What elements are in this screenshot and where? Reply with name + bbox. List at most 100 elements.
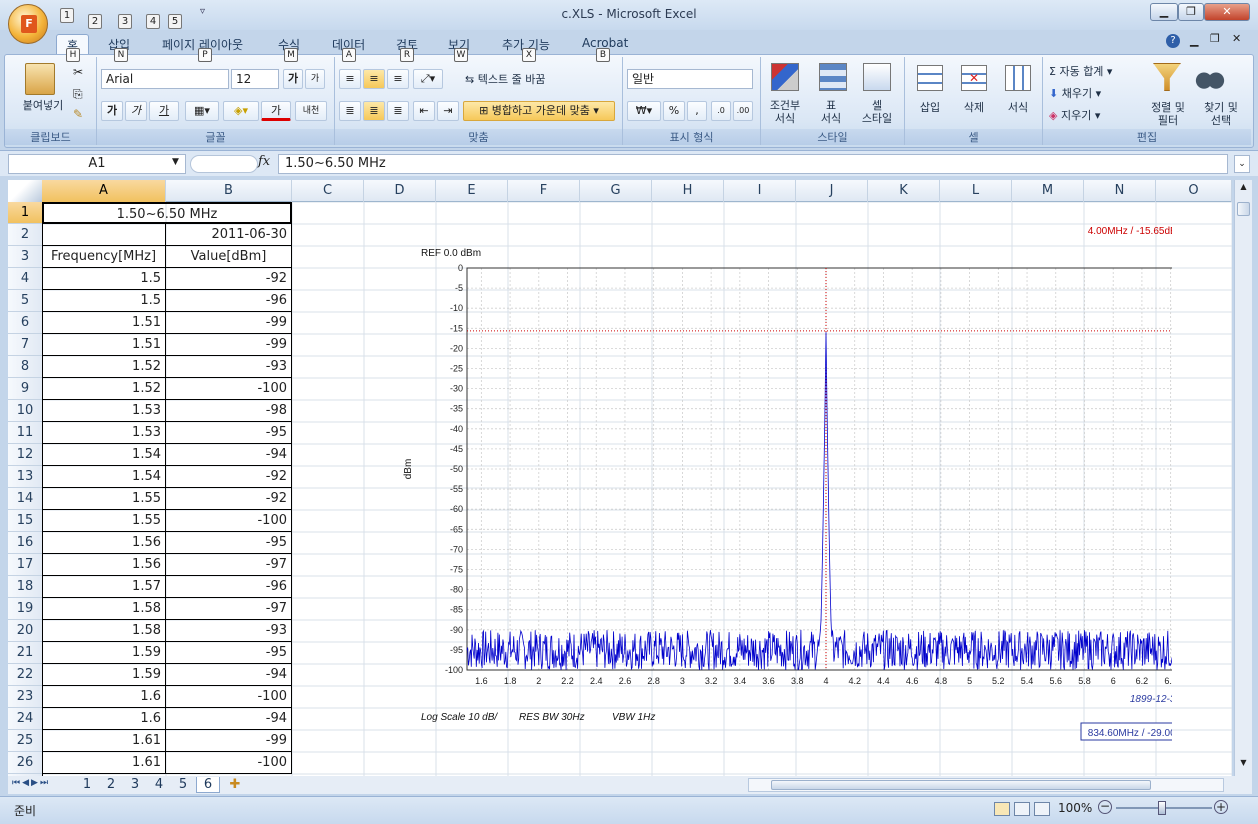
qat-key-1[interactable]: 1	[60, 8, 74, 23]
cell-frequency[interactable]: 1.51	[42, 334, 166, 356]
qat-customize-icon[interactable]: ▿	[200, 6, 205, 17]
fill-button[interactable]: ⬇ 채우기 ▾	[1049, 87, 1149, 100]
formula-input[interactable]: 1.50~6.50 MHz	[278, 154, 1228, 174]
header-value[interactable]: Value[dBm]	[166, 246, 292, 268]
decrease-indent-button[interactable]: ⇤	[413, 101, 435, 121]
paste-button[interactable]: 붙여넣기	[13, 99, 73, 112]
insert-cells-icon[interactable]	[917, 65, 943, 91]
cell-value[interactable]: -92	[166, 268, 292, 290]
binoculars-icon[interactable]	[1195, 65, 1225, 91]
phonetic-button[interactable]: 내천	[295, 101, 327, 121]
cell-frequency[interactable]: 1.55	[42, 510, 166, 532]
cell-value[interactable]: -99	[166, 334, 292, 356]
sheet-nav-icons[interactable]: ⏮◀▶⏭	[12, 778, 50, 788]
cell-value[interactable]: -92	[166, 488, 292, 510]
ribbon-restore-icon[interactable]: ❐	[1210, 32, 1220, 45]
cell-frequency[interactable]: 1.61	[42, 730, 166, 752]
font-name-select[interactable]: Arial	[101, 69, 229, 89]
sort-filter-icon[interactable]	[1153, 63, 1181, 91]
delete-button[interactable]: 삭제	[951, 101, 997, 114]
cell-value[interactable]: -95	[166, 532, 292, 554]
conditional-format-icon[interactable]	[771, 63, 799, 91]
header-frequency[interactable]: Frequency[MHz]	[42, 246, 166, 268]
row-header[interactable]: 2	[8, 224, 42, 246]
row-header[interactable]: 1	[8, 202, 42, 224]
sheet-tab-2[interactable]: 2	[100, 777, 122, 793]
decrease-decimal-button[interactable]: .00	[733, 101, 753, 121]
align-right-button[interactable]: ≣	[387, 101, 409, 121]
cell-frequency[interactable]: 1.56	[42, 554, 166, 576]
cell-value[interactable]: -98	[166, 400, 292, 422]
cell-value[interactable]: -100	[166, 752, 292, 774]
cell-value[interactable]: -95	[166, 642, 292, 664]
shrink-font-button[interactable]: 가	[305, 69, 325, 89]
row-header[interactable]: 22	[8, 664, 42, 686]
increase-decimal-button[interactable]: .0	[711, 101, 731, 121]
name-box[interactable]: A1	[8, 154, 186, 174]
col-header-n[interactable]: N	[1084, 180, 1156, 202]
insert-function-icon[interactable]: fx	[258, 154, 270, 169]
sheet-tab-6[interactable]: 6	[196, 777, 220, 793]
cell-value[interactable]: -99	[166, 312, 292, 334]
fill-color-button[interactable]: ◈▾	[223, 101, 259, 121]
cell-value[interactable]: -96	[166, 576, 292, 598]
row-header[interactable]: 5	[8, 290, 42, 312]
vertical-scrollbar[interactable]: ▲ ▼	[1234, 180, 1252, 776]
col-header-j[interactable]: J	[796, 180, 868, 202]
align-left-button[interactable]: ≣	[339, 101, 361, 121]
format-as-table-button[interactable]: 표 서식	[809, 99, 853, 125]
insert-sheet-icon[interactable]: ✚	[224, 777, 246, 793]
page-break-view-icon[interactable]	[1034, 802, 1050, 816]
cell-value[interactable]: -100	[166, 686, 292, 708]
cell-frequency[interactable]: 1.5	[42, 268, 166, 290]
cell-frequency[interactable]: 1.51	[42, 312, 166, 334]
copy-icon[interactable]: ⎘	[73, 87, 83, 102]
cell-frequency[interactable]: 1.52	[42, 378, 166, 400]
row-header[interactable]: 14	[8, 488, 42, 510]
cell-frequency[interactable]: 1.54	[42, 444, 166, 466]
col-header-g[interactable]: G	[580, 180, 652, 202]
qat-key-5[interactable]: 5	[168, 14, 182, 29]
cell-frequency[interactable]: 1.53	[42, 422, 166, 444]
align-top-button[interactable]: ≡	[339, 69, 361, 89]
grow-font-button[interactable]: 가	[283, 69, 303, 89]
cell-styles-button[interactable]: 셀 스타일	[853, 99, 901, 125]
number-format-select[interactable]: 일반	[627, 69, 753, 89]
minimize-button[interactable]: ▁	[1150, 3, 1178, 21]
cell-frequency[interactable]: 1.53	[42, 400, 166, 422]
align-center-button[interactable]: ≣	[363, 101, 385, 121]
zoom-slider-thumb[interactable]	[1158, 801, 1166, 815]
insert-button[interactable]: 삽입	[907, 101, 953, 114]
row-header[interactable]: 16	[8, 532, 42, 554]
merge-center-button[interactable]: ⊞ 병합하고 가운데 맞춤 ▾	[463, 101, 615, 121]
italic-button[interactable]: 가	[125, 101, 147, 121]
conditional-format-button[interactable]: 조건부 서식	[763, 99, 807, 125]
cell-frequency[interactable]: 1.52	[42, 356, 166, 378]
zoom-out-icon[interactable]: −	[1098, 800, 1112, 814]
cell-styles-icon[interactable]	[863, 63, 891, 91]
col-header-h[interactable]: H	[652, 180, 724, 202]
zoom-level[interactable]: 100%	[1058, 801, 1092, 815]
format-cells-icon[interactable]	[1005, 65, 1031, 91]
sheet-tab-3[interactable]: 3	[124, 777, 146, 793]
clear-button[interactable]: ◈ 지우기 ▾	[1049, 109, 1149, 122]
cell-frequency[interactable]: 1.57	[42, 576, 166, 598]
row-header[interactable]: 12	[8, 444, 42, 466]
scroll-down-icon[interactable]: ▼	[1237, 758, 1250, 772]
currency-button[interactable]: ₩▾	[627, 101, 661, 121]
cell-b2-date[interactable]: 2011-06-30	[166, 224, 292, 246]
cell-value[interactable]: -100	[166, 510, 292, 532]
cell-frequency[interactable]: 1.61	[42, 752, 166, 774]
row-header[interactable]: 4	[8, 268, 42, 290]
row-header[interactable]: 23	[8, 686, 42, 708]
row-header[interactable]: 13	[8, 466, 42, 488]
hscroll-thumb[interactable]	[771, 780, 1151, 790]
cell-value[interactable]: -93	[166, 620, 292, 642]
row-header[interactable]: 15	[8, 510, 42, 532]
close-button[interactable]: ✕	[1204, 3, 1250, 21]
qat-key-4[interactable]: 4	[146, 14, 160, 29]
zoom-in-icon[interactable]: +	[1214, 800, 1228, 814]
cell-frequency[interactable]: 1.58	[42, 598, 166, 620]
col-header-o[interactable]: O	[1156, 180, 1232, 202]
row-header[interactable]: 20	[8, 620, 42, 642]
